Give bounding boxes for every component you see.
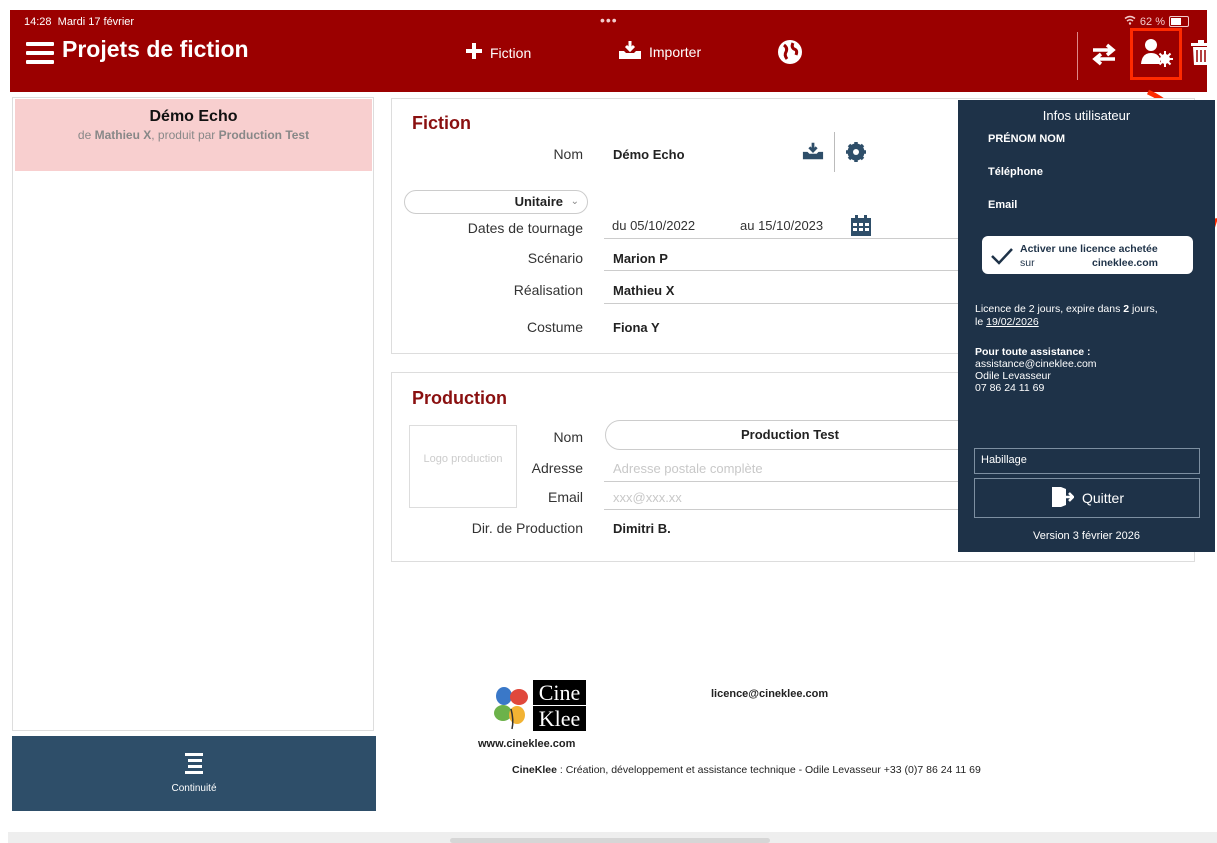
scenario-value[interactable]: Marion P [613,251,668,266]
fiction-name-label: Nom [553,146,583,162]
production-heading: Production [412,388,507,408]
fiction-name-value[interactable]: Démo Echo [613,147,685,162]
menu-icon[interactable] [26,42,54,64]
dir-production-label: Dir. de Production [471,520,583,536]
user-panel-title: Infos utilisateur [1042,108,1131,123]
website-link[interactable]: www.cineklee.com [478,738,575,750]
habillage-field[interactable]: Habillage [974,448,1200,474]
row-divider [604,509,960,510]
chevron-down-icon: ⌄ [570,196,579,207]
dir-production-value[interactable]: Dimitri B. [613,521,671,536]
continuite-icon [12,752,376,779]
status-time: 14:28 Mardi 17 février [24,16,135,28]
row-divider [604,481,960,482]
import-icon[interactable] [802,141,824,166]
email-field[interactable]: xxx@xxx.xx [613,490,682,505]
project-list-item[interactable]: Démo Echo de Mathieu X, produit par Prod… [15,99,372,171]
swap-icon[interactable] [1090,42,1118,71]
wifi-icon [1124,15,1136,28]
fiction-type-select[interactable]: Unitaire ⌄ [404,190,588,214]
realisation-value[interactable]: Mathieu X [613,283,674,298]
project-subtitle: de Mathieu X, produit par Production Tes… [77,128,310,142]
costume-value[interactable]: Fiona Y [613,320,660,335]
plus-icon [465,42,483,63]
scenario-label: Scénario [527,250,583,266]
globe-icon[interactable] [777,39,803,70]
add-fiction-button[interactable]: Fiction [465,42,531,63]
icon-divider [834,132,835,172]
license-info: Licence de 2 jours, expire dans 2 jours,… [975,303,1158,328]
date-to[interactable]: au 15/10/2023 [740,218,823,233]
dates-label: Dates de tournage [467,220,583,236]
user-phone-label[interactable]: Téléphone [988,166,1043,178]
address-label: Adresse [531,460,583,476]
user-settings-button[interactable] [1130,28,1182,80]
battery-percent: 62 % [1139,15,1165,28]
multitask-dots[interactable]: ••• [600,12,618,28]
fiction-heading: Fiction [412,113,471,133]
user-settings-icon [1139,37,1173,72]
licence-email-link[interactable]: licence@cineklee.com [711,688,828,700]
production-name-label: Nom [553,429,583,445]
exit-icon [1050,486,1075,511]
version-label: Version 3 février 2026 [1032,530,1140,542]
project-list [12,97,374,731]
top-bar: 14:28 Mardi 17 février ••• 62 % Projets … [10,10,1211,92]
row-divider [604,238,960,239]
footer-credit: CineKlee : Création, développement et as… [512,764,981,776]
email-label: Email [547,489,583,505]
logo-word-klee: Klee [533,706,586,731]
checkmark-icon [990,246,1014,271]
activate-license-button[interactable]: Activer une licence achetée sur cineklee… [982,236,1193,274]
user-email-label[interactable]: Email [988,199,1017,211]
row-divider [604,303,960,304]
date-from[interactable]: du 05/10/2022 [612,218,695,233]
support-info: Pour toute assistance : assistance@cinek… [975,346,1097,394]
gear-icon[interactable] [845,141,867,168]
project-title: Démo Echo [149,108,238,125]
cineklee-logo: Cine Klee [490,680,586,732]
address-field[interactable]: Adresse postale complète [613,461,763,476]
battery-icon [1169,16,1189,27]
status-battery: 62 % [1124,15,1189,28]
clover-icon [494,687,528,730]
realisation-label: Réalisation [513,282,583,298]
trash-icon[interactable] [1190,40,1212,71]
page-title: Projets de fiction [62,36,249,62]
logo-word-cine: Cine [533,680,586,705]
import-icon [618,40,642,63]
user-name[interactable]: PRÉNOM NOM [988,133,1065,145]
costume-label: Costume [526,319,583,335]
toolbar-divider [1077,32,1078,80]
import-button[interactable]: Importer [618,40,701,63]
quit-button[interactable]: Quitter [974,478,1200,518]
production-name-field[interactable]: Production Test [605,420,975,450]
home-indicator[interactable] [450,838,770,843]
continuite-button[interactable]: Continuité [12,736,376,811]
row-divider [604,270,960,271]
